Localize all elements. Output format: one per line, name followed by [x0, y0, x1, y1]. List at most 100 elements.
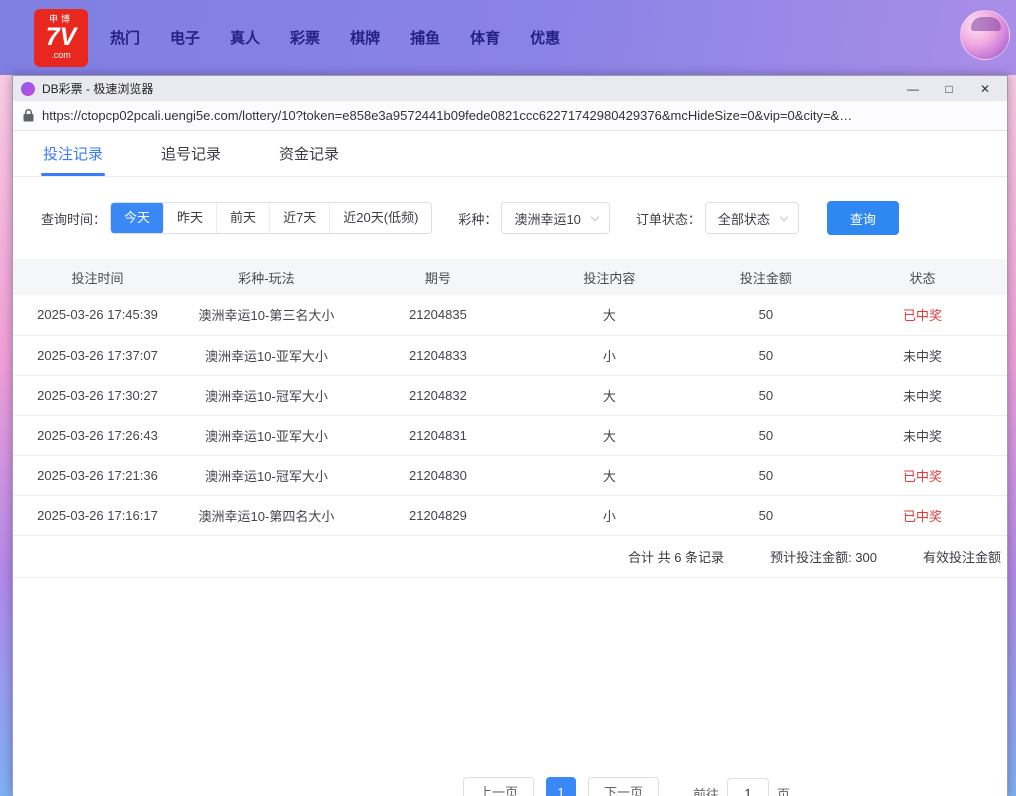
col-header-status: 状态 [838, 259, 1007, 295]
play-type-cell: 澳洲幸运10-亚军大小 [182, 335, 351, 375]
bet-time-cell: 2025-03-26 17:37:07 [13, 335, 182, 375]
col-header-bet-amount: 投注金额 [694, 259, 838, 295]
current-page-button[interactable]: 1 [546, 777, 576, 796]
goto-page-label: 前往 [693, 784, 719, 796]
bet-amount-cell: 50 [694, 415, 838, 455]
nav-item-electronic[interactable]: 电子 [170, 27, 200, 48]
bet-amount-cell: 50 [694, 335, 838, 375]
search-button[interactable]: 查询 [827, 201, 899, 235]
play-type-cell: 澳洲幸运10-第四名大小 [182, 495, 351, 535]
tab-chase-records[interactable]: 追号记录 [159, 131, 223, 176]
bet-time-cell: 2025-03-26 17:30:27 [13, 375, 182, 415]
summary-total: 合计 共 6 条记录 [628, 547, 724, 566]
nav-item-board-games[interactable]: 棋牌 [350, 27, 380, 48]
nav-item-hot[interactable]: 热门 [110, 27, 140, 48]
bet-records-table: 投注时间 彩种-玩法 期号 投注内容 投注金额 状态 2025-03-26 17… [13, 259, 1007, 536]
browser-window: DB彩票 - 极速浏览器 — □ ✕ https://ctopcp02pcali… [12, 75, 1008, 796]
col-header-issue: 期号 [351, 259, 525, 295]
nav-item-lottery[interactable]: 彩票 [290, 27, 320, 48]
status-cell: 未中奖 [838, 335, 1007, 375]
bet-content-cell: 小 [525, 335, 694, 375]
bet-time-cell: 2025-03-26 17:26:43 [13, 415, 182, 455]
status-cell: 已中奖 [838, 495, 1007, 535]
summary-valid-amount: 有效投注金额 [923, 547, 1001, 566]
play-type-cell: 澳洲幸运10-冠军大小 [182, 375, 351, 415]
summary-expected-amount: 预计投注金额: 300 [770, 547, 877, 566]
lottery-select[interactable]: 澳洲幸运10 [501, 202, 609, 234]
time-filter-last7days[interactable]: 近7天 [270, 203, 330, 233]
table-row: 2025-03-26 17:37:07 澳洲幸运10-亚军大小 21204833… [13, 335, 1007, 375]
bet-amount-cell: 50 [694, 455, 838, 495]
goto-page-input[interactable] [727, 778, 769, 796]
status-cell: 未中奖 [838, 415, 1007, 455]
time-filter-day-before[interactable]: 前天 [217, 203, 270, 233]
time-filter-today[interactable]: 今天 [111, 202, 164, 234]
status-cell: 已中奖 [838, 295, 1007, 335]
address-bar[interactable]: https://ctopcp02pcali.uengi5e.com/lotter… [13, 101, 1007, 131]
filter-bar: 查询时间： 今天 昨天 前天 近7天 近20天(低频) 彩种： 澳洲幸运10 订… [41, 201, 1007, 235]
time-filter-yesterday[interactable]: 昨天 [164, 203, 217, 233]
bet-time-cell: 2025-03-26 17:16:17 [13, 495, 182, 535]
nav-item-fishing[interactable]: 捕鱼 [410, 27, 440, 48]
time-filter-group: 今天 昨天 前天 近7天 近20天(低频) [110, 202, 432, 234]
user-avatar[interactable] [960, 10, 1010, 60]
site-topbar: 申博 7V .com 热门 电子 真人 彩票 棋牌 捕鱼 体育 优惠 [0, 0, 1016, 75]
bet-amount-cell: 50 [694, 495, 838, 535]
table-row: 2025-03-26 17:26:43 澳洲幸运10-亚军大小 21204831… [13, 415, 1007, 455]
chevron-down-icon [780, 213, 788, 221]
lottery-filter-label: 彩种： [458, 209, 497, 228]
bet-content-cell: 小 [525, 495, 694, 535]
lottery-select-value: 澳洲幸运10 [514, 209, 580, 228]
page-content: 投注记录 追号记录 资金记录 查询时间： 今天 昨天 前天 近7天 近20天(低… [13, 131, 1007, 796]
pagination: 上一页 1 下一页 前往 页 [463, 777, 790, 796]
bet-content-cell: 大 [525, 375, 694, 415]
col-header-bet-content: 投注内容 [525, 259, 694, 295]
bet-amount-cell: 50 [694, 375, 838, 415]
status-cell: 已中奖 [838, 455, 1007, 495]
table-row: 2025-03-26 17:21:36 澳洲幸运10-冠军大小 21204830… [13, 455, 1007, 495]
table-row: 2025-03-26 17:30:27 澳洲幸运10-冠军大小 21204832… [13, 375, 1007, 415]
bet-time-cell: 2025-03-26 17:45:39 [13, 295, 182, 335]
record-tabs: 投注记录 追号记录 资金记录 [13, 131, 1007, 177]
window-controls: — □ ✕ [895, 76, 1003, 101]
order-status-select[interactable]: 全部状态 [705, 202, 799, 234]
time-filter-last20days[interactable]: 近20天(低频) [330, 203, 431, 233]
issue-cell: 21204835 [351, 295, 525, 335]
bet-time-cell: 2025-03-26 17:21:36 [13, 455, 182, 495]
logo-text-domain: .com [51, 50, 71, 61]
time-filter-label: 查询时间： [41, 209, 106, 228]
page-unit-label: 页 [777, 784, 790, 796]
play-type-cell: 澳洲幸运10-冠军大小 [182, 455, 351, 495]
nav-item-sports[interactable]: 体育 [470, 27, 500, 48]
chevron-down-icon [591, 213, 599, 221]
maximize-button[interactable]: □ [931, 76, 967, 101]
lock-icon [23, 109, 34, 122]
bet-amount-cell: 50 [694, 295, 838, 335]
issue-cell: 21204830 [351, 455, 525, 495]
next-page-button[interactable]: 下一页 [588, 777, 659, 796]
bet-content-cell: 大 [525, 415, 694, 455]
prev-page-button[interactable]: 上一页 [463, 777, 534, 796]
status-cell: 未中奖 [838, 375, 1007, 415]
order-status-label: 订单状态： [636, 209, 701, 228]
col-header-play-type: 彩种-玩法 [182, 259, 351, 295]
site-logo[interactable]: 申博 7V .com [34, 9, 88, 67]
issue-cell: 21204832 [351, 375, 525, 415]
issue-cell: 21204831 [351, 415, 525, 455]
window-title: DB彩票 - 极速浏览器 [42, 80, 153, 97]
nav-item-live[interactable]: 真人 [230, 27, 260, 48]
play-type-cell: 澳洲幸运10-亚军大小 [182, 415, 351, 455]
issue-cell: 21204833 [351, 335, 525, 375]
address-url[interactable]: https://ctopcp02pcali.uengi5e.com/lotter… [42, 108, 997, 123]
close-button[interactable]: ✕ [967, 76, 1003, 101]
tab-fund-records[interactable]: 资金记录 [277, 131, 341, 176]
col-header-bet-time: 投注时间 [13, 259, 182, 295]
tab-bet-records[interactable]: 投注记录 [41, 131, 105, 176]
minimize-button[interactable]: — [895, 76, 931, 101]
table-row: 2025-03-26 17:16:17 澳洲幸运10-第四名大小 2120482… [13, 495, 1007, 535]
nav-item-promotions[interactable]: 优惠 [530, 27, 560, 48]
site-nav: 热门 电子 真人 彩票 棋牌 捕鱼 体育 优惠 [110, 27, 560, 48]
order-status-value: 全部状态 [718, 209, 770, 228]
summary-row: 合计 共 6 条记录 预计投注金额: 300 有效投注金额 [13, 536, 1007, 578]
bet-content-cell: 大 [525, 295, 694, 335]
